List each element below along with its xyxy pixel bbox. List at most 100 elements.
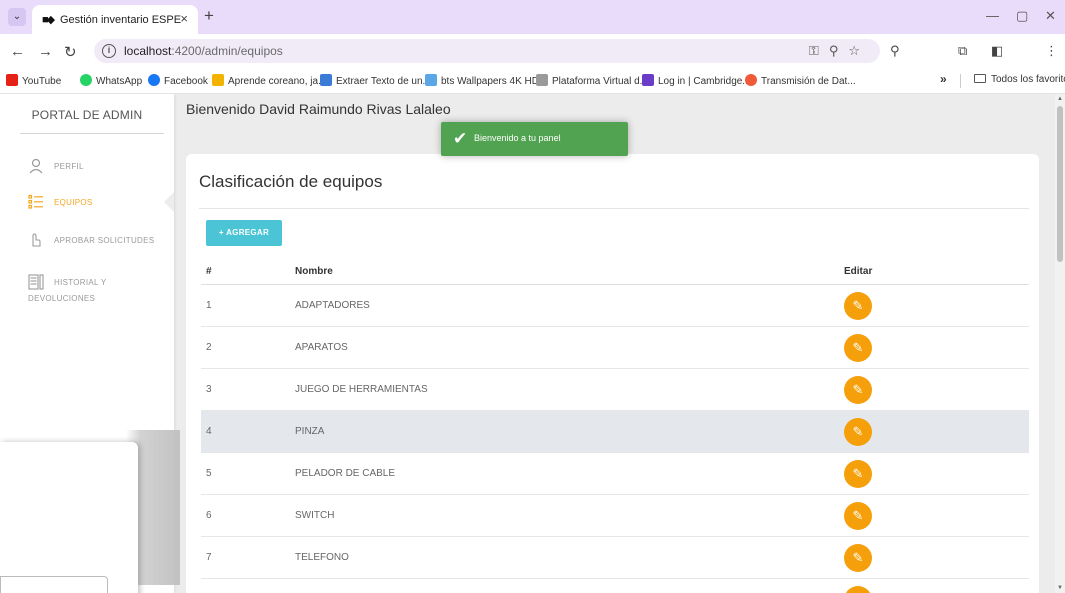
edit-button[interactable]: ✎ [844, 460, 872, 488]
scroll-thumb[interactable] [1057, 106, 1063, 262]
bookmark-whatsapp[interactable]: WhatsApp [80, 74, 142, 87]
youtube-icon [6, 74, 18, 86]
bookmark-label: Extraer Texto de un... [336, 76, 431, 87]
bookmark-extraer-texto[interactable]: Extraer Texto de un... [320, 74, 431, 87]
bookmark-facebook[interactable]: Facebook [148, 74, 208, 87]
row-number: 6 [206, 510, 212, 521]
edit-button[interactable]: ✎ [844, 544, 872, 572]
extensions-icon[interactable]: ⧉ [958, 43, 967, 59]
sidebar-divider [20, 133, 164, 134]
address-bar-row: ← → ↻ i localhost:4200/admin/equipos ⚿⚲☆… [0, 34, 1065, 91]
edit-button[interactable]: ✎ [844, 502, 872, 530]
facebook-icon [148, 74, 160, 86]
url-text[interactable]: localhost:4200/admin/equipos [124, 44, 283, 58]
table-row: 5 PELADOR DE CABLE ✎ [201, 453, 1029, 495]
column-header-edit: Editar [844, 266, 873, 277]
sidebar-item-aprobar-solicitudes[interactable]: APROBAR SOLICITUDES [0, 232, 174, 268]
cambridge-icon [642, 74, 654, 86]
row-number: 4 [206, 426, 212, 437]
scroll-up-icon[interactable]: ▲ [1057, 96, 1063, 102]
welcome-heading: Bienvenido David Raimundo Rivas Lalaleo [186, 101, 451, 117]
table-row: ✎ [201, 579, 1029, 593]
new-tab-icon[interactable]: + [204, 6, 214, 26]
sidebar-item-historial[interactable]: HISTORIAL Y [0, 274, 174, 310]
zoom-icon[interactable]: ⚲ [890, 43, 900, 59]
bookmark-youtube[interactable]: YouTube [6, 74, 61, 87]
bookmark-label: Plataforma Virtual d... [552, 76, 648, 87]
sidebar-item-label: APROBAR SOLICITUDES [54, 236, 155, 245]
row-name: ADAPTADORES [295, 300, 370, 311]
edit-button[interactable]: ✎ [844, 376, 872, 404]
bookmark-label: Transmisión de Dat... [761, 76, 856, 87]
extraer-texto-icon [320, 74, 332, 86]
sidebar-item-perfil[interactable]: PERFIL [0, 158, 174, 194]
page-scrollbar[interactable]: ▲ ▼ [1055, 94, 1065, 593]
site-info-icon[interactable]: i [102, 44, 116, 58]
row-number: 3 [206, 384, 212, 395]
forward-icon[interactable]: → [38, 43, 53, 60]
row-name: PELADOR DE CABLE [295, 468, 396, 479]
bookmark-transmision[interactable]: Transmisión de Dat... [745, 74, 856, 87]
tab-close-icon[interactable]: × [180, 11, 188, 26]
bookmarks-divider [960, 74, 961, 88]
table-header: # Nombre Editar [201, 258, 1029, 285]
bts-wallpapers-icon [425, 74, 437, 86]
all-bookmarks-folder[interactable]: Todos los favoritos [974, 74, 1065, 85]
toast-message: Bienvenido a tu panel [474, 133, 561, 143]
table-row: 6 SWITCH ✎ [201, 495, 1029, 537]
column-header-number: # [206, 266, 212, 277]
scroll-down-icon[interactable]: ▼ [1057, 585, 1063, 591]
url-path: :4200/admin/equipos [171, 44, 283, 58]
overlapping-window [0, 442, 138, 593]
tab-search-icon[interactable]: ⌄ [8, 8, 26, 26]
user-icon [28, 158, 44, 174]
table-row: 1 ADAPTADORES ✎ [201, 285, 1029, 327]
bookmarks-overflow-icon[interactable]: » [940, 72, 947, 86]
add-button[interactable]: + AGREGAR [206, 220, 282, 246]
folder-icon [974, 74, 986, 83]
browser-tab[interactable]: ■◆ Gestión inventario ESPE × [32, 5, 198, 34]
row-name: SWITCH [295, 510, 335, 521]
reload-icon[interactable]: ↻ [64, 43, 77, 61]
column-header-name: Nombre [295, 266, 333, 277]
page-title: Clasificación de equipos [199, 172, 383, 191]
bookmark-plataforma-virtual[interactable]: Plataforma Virtual d... [536, 74, 648, 87]
browser-tab-bar: ⌄ ■◆ Gestión inventario ESPE × + — ▢ ✕ [0, 0, 1065, 34]
table-row: 7 TELEFONO ✎ [201, 537, 1029, 579]
restore-icon[interactable]: ▢ [1016, 8, 1028, 24]
toast-notification[interactable]: ✔ Bienvenido a tu panel [441, 122, 628, 156]
url-host: localhost [124, 44, 172, 58]
plataforma-virtual-icon [536, 74, 548, 86]
row-name: PINZA [295, 426, 325, 437]
minimize-icon[interactable]: — [986, 8, 999, 23]
url-bar[interactable]: i localhost:4200/admin/equipos ⚿⚲☆ [94, 39, 880, 63]
back-icon[interactable]: ← [10, 43, 25, 60]
sidebar-item-equipos[interactable]: EQUIPOS [0, 194, 174, 230]
close-window-icon[interactable]: ✕ [1045, 8, 1056, 24]
columns-icon [28, 274, 44, 290]
row-name: APARATOS [295, 342, 348, 353]
table-row: 2 APARATOS ✎ [201, 327, 1029, 369]
whatsapp-icon [80, 74, 92, 86]
edit-button[interactable]: ✎ [844, 334, 872, 362]
edit-button[interactable]: ✎ [844, 292, 872, 320]
browser-menu-icon[interactable]: ⋮ [1045, 43, 1058, 59]
url-actions[interactable]: ⚿⚲☆ [809, 43, 870, 59]
bookmark-aprende-coreano[interactable]: Aprende coreano, ja... [212, 74, 326, 87]
overlapping-window-input[interactable] [0, 576, 108, 593]
check-icon: ✔ [453, 129, 468, 148]
bookmark-bts-wallpapers[interactable]: bts Wallpapers 4K HD [425, 74, 539, 87]
bookmark-label: Log in | Cambridge... [658, 76, 751, 87]
edit-button[interactable]: ✎ [844, 586, 872, 593]
row-number: 1 [206, 300, 212, 311]
bookmark-cambridge[interactable]: Log in | Cambridge... [642, 74, 751, 87]
transmision-icon [745, 74, 757, 86]
sidebar-title: PORTAL DE ADMIN [31, 108, 143, 122]
hand-icon [28, 232, 44, 248]
edit-button[interactable]: ✎ [844, 418, 872, 446]
bookmark-label: Facebook [164, 76, 208, 87]
sidebar-item-label: PERFIL [54, 162, 84, 171]
bookmark-label: Aprende coreano, ja... [228, 76, 327, 87]
row-number: 7 [206, 552, 212, 563]
sidepanel-icon[interactable]: ◧ [991, 43, 1003, 59]
